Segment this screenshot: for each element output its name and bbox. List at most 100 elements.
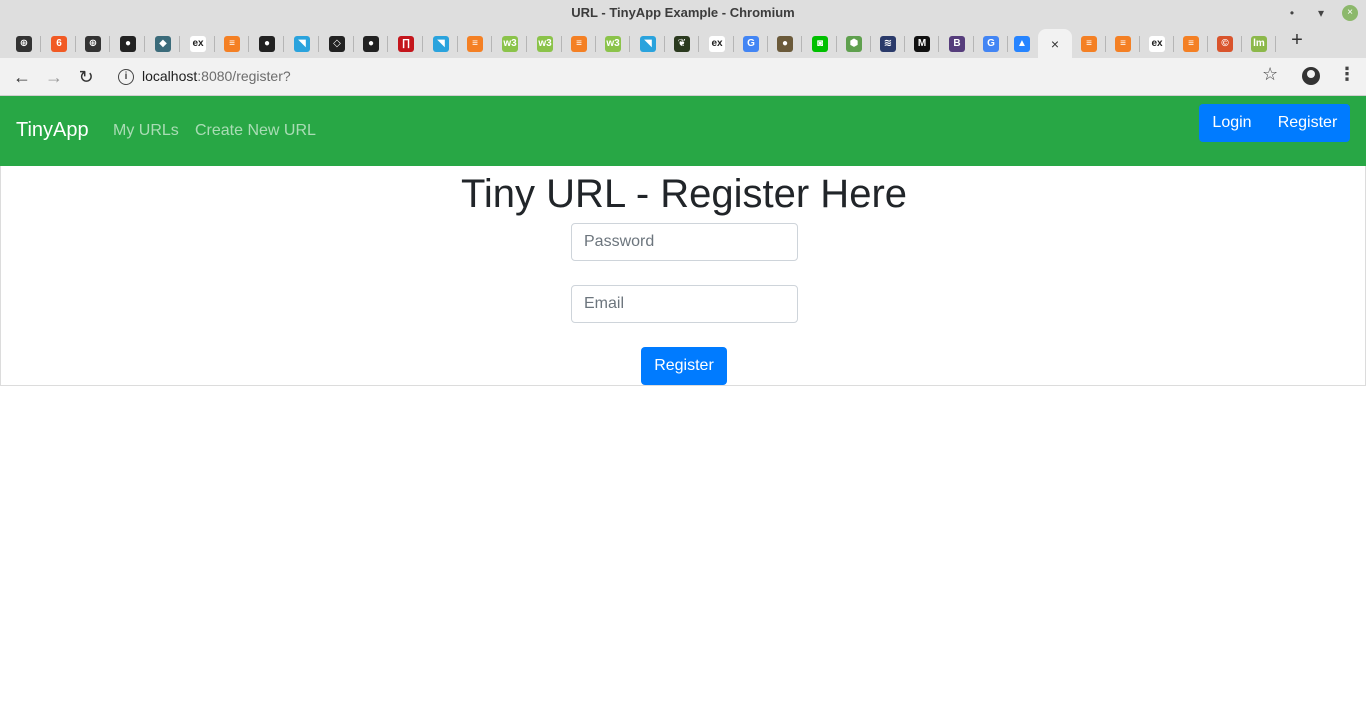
tab[interactable]: ▲ (1005, 29, 1039, 58)
copyright-icon: © (1217, 35, 1233, 52)
tab[interactable]: ● (111, 29, 145, 58)
nav-create-new-url[interactable]: Create New URL (195, 122, 316, 140)
bird-icon: ◥ (433, 35, 449, 52)
url-host: localhost (142, 68, 198, 84)
window-title: URL - TinyApp Example - Chromium (571, 5, 795, 20)
github-icon: ● (259, 35, 275, 52)
tab[interactable]: ≡ (1072, 29, 1106, 58)
google-icon: G (743, 35, 759, 52)
password-field[interactable]: Password (571, 223, 798, 261)
ex-icon: ex (709, 35, 725, 52)
tab-strip: ⊕ 6 ⊕ ● ◆ ex ≡ ● ◥ ◇ ● ∏ ◥ ≡ w3 w3 ≡ w3 ◥ ❦ ex G ● ◙ ⬢ ≋ M B G ▲ × ≡ ≡ ex… (0, 26, 1366, 58)
tab[interactable]: ◥ (424, 29, 458, 58)
tab[interactable]: M (905, 29, 939, 58)
tab[interactable]: w3 (493, 29, 527, 58)
bird-icon: ◥ (294, 35, 310, 52)
tab-separator (801, 36, 802, 52)
info-icon[interactable]: i (118, 69, 134, 85)
tab[interactable]: ⊕ (7, 29, 41, 58)
tab[interactable]: G (974, 29, 1008, 58)
tab[interactable]: ex (181, 29, 215, 58)
register-submit-button[interactable]: Register (641, 347, 727, 385)
tab-separator (248, 36, 249, 52)
tab[interactable]: B (940, 29, 974, 58)
tab[interactable]: ● (354, 29, 388, 58)
nodejs-icon: ⬢ (846, 35, 862, 52)
tab[interactable]: ⊕ (76, 29, 110, 58)
bird-icon: ◥ (640, 35, 656, 52)
tab[interactable]: © (1208, 29, 1242, 58)
stackoverflow-icon: ≡ (1115, 35, 1131, 52)
w3-icon: w3 (537, 35, 553, 52)
menu-icon[interactable]: ⋮ (1338, 64, 1356, 85)
account-icon[interactable] (1302, 67, 1320, 85)
page-title: Tiny URL - Register Here (460, 172, 908, 216)
tab[interactable]: 6 (42, 29, 76, 58)
github-icon: ● (363, 35, 379, 52)
close-window-icon[interactable]: × (1342, 5, 1358, 21)
bookmark-star-icon[interactable]: ☆ (1262, 64, 1278, 85)
reload-button[interactable]: ↻ (74, 65, 98, 89)
tab-separator (938, 36, 939, 52)
avatar-icon: ● (777, 35, 793, 52)
tab[interactable]: ◥ (285, 29, 319, 58)
tab[interactable]: G (734, 29, 768, 58)
tab[interactable]: ⬢ (837, 29, 871, 58)
tab[interactable]: lm (1242, 29, 1276, 58)
brand-link[interactable]: TinyApp (16, 119, 89, 142)
tab[interactable]: ● (250, 29, 284, 58)
tab[interactable]: ≡ (562, 29, 596, 58)
email-field[interactable]: Email (571, 285, 798, 323)
minimize-icon[interactable]: • (1284, 5, 1300, 21)
maximize-icon[interactable]: ▾ (1313, 5, 1329, 21)
github-icon: ● (120, 35, 136, 52)
brave-icon: 6 (51, 35, 67, 52)
w3-icon: w3 (502, 35, 518, 52)
tab-separator (179, 36, 180, 52)
tab[interactable]: w3 (596, 29, 630, 58)
lm-icon: lm (1251, 35, 1267, 52)
tab[interactable]: ◆ (146, 29, 180, 58)
tab[interactable]: ≡ (215, 29, 249, 58)
netlify-icon: ∏ (398, 35, 414, 52)
tab[interactable]: ≋ (871, 29, 905, 58)
register-nav-button[interactable]: Register (1265, 104, 1350, 142)
tab[interactable]: ◥ (631, 29, 665, 58)
close-tab-icon[interactable]: × (1051, 36, 1059, 52)
tab-separator (109, 36, 110, 52)
tab[interactable]: ≡ (458, 29, 492, 58)
tab[interactable]: ex (700, 29, 734, 58)
url-text[interactable]: localhost:8080/register? (142, 68, 291, 84)
stackoverflow-icon: ≡ (467, 35, 483, 52)
tab[interactable]: ❦ (665, 29, 699, 58)
codepen-icon: ◇ (329, 35, 345, 52)
new-tab-button[interactable]: + (1287, 29, 1307, 53)
tab-separator (318, 36, 319, 52)
tab-separator (526, 36, 527, 52)
stackoverflow-icon: ≡ (571, 35, 587, 52)
tab[interactable]: ≡ (1174, 29, 1208, 58)
address-bar[interactable]: i localhost:8080/register? (108, 62, 1288, 92)
tab-separator (387, 36, 388, 52)
android-icon: ◙ (812, 35, 828, 52)
atlassian-icon: ▲ (1014, 35, 1030, 52)
login-button[interactable]: Login (1199, 104, 1265, 142)
app-navbar: TinyApp My URLs Create New URL Login Reg… (0, 96, 1366, 166)
stackoverflow-icon: ≡ (224, 35, 240, 52)
nav-my-urls[interactable]: My URLs (113, 122, 179, 140)
tab[interactable]: ● (768, 29, 802, 58)
tab[interactable]: ∏ (389, 29, 423, 58)
tab[interactable]: ≡ (1106, 29, 1140, 58)
back-button[interactable]: ← (10, 65, 34, 89)
stackoverflow-icon: ≡ (1081, 35, 1097, 52)
ex-icon: ex (190, 35, 206, 52)
tab-active[interactable]: × (1038, 29, 1072, 58)
forward-button[interactable]: → (42, 65, 66, 89)
tab[interactable]: ex (1140, 29, 1174, 58)
tab[interactable]: ◙ (803, 29, 837, 58)
tab[interactable]: w3 (528, 29, 562, 58)
tab[interactable]: ◇ (320, 29, 354, 58)
page-content: TinyApp My URLs Create New URL Login Reg… (0, 96, 1366, 728)
w3-icon: w3 (605, 35, 621, 52)
tab-separator (40, 36, 41, 52)
